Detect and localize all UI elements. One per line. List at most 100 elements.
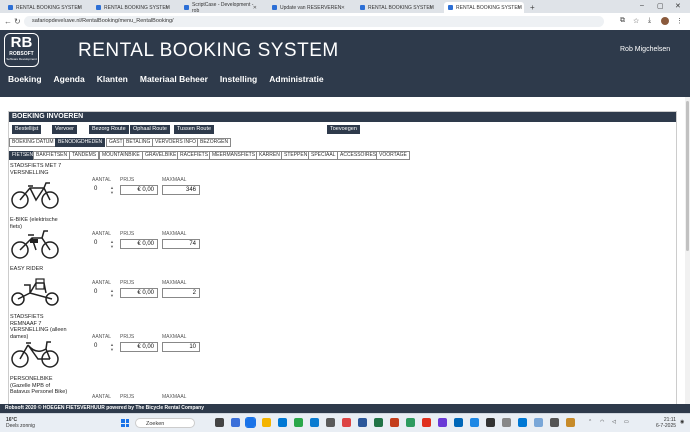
tab-speciaal[interactable]: SPECIAAL [308, 151, 339, 160]
quantity-stepper[interactable]: ▲ ▼ [108, 342, 116, 352]
menu-agenda[interactable]: Agenda [54, 74, 85, 84]
app-icon[interactable] [518, 418, 527, 427]
tab-betaling[interactable]: BETALING [123, 138, 154, 147]
downloads-icon[interactable]: ⤓ [648, 17, 651, 25]
app-icon[interactable] [342, 418, 351, 427]
refresh-icon[interactable]: ↻ [14, 17, 21, 26]
ophaal-route-button[interactable]: Ophaal Route [130, 125, 170, 134]
battery-icon[interactable]: ▭ [624, 419, 629, 425]
powerpoint-icon[interactable] [390, 418, 399, 427]
edge-icon[interactable] [310, 418, 319, 427]
tab-accessoires[interactable]: ACCESSOIRES [337, 151, 380, 160]
tab-karren[interactable]: KARREN [256, 151, 283, 160]
maxmaal-label: MAXMAAL [162, 231, 187, 237]
vervoer-button[interactable]: Vervoer [52, 125, 77, 134]
wifi-icon[interactable]: ◠ [600, 419, 604, 425]
page-scrollbar[interactable] [685, 97, 690, 404]
close-tab-icon[interactable]: ✕ [341, 5, 345, 11]
tab-meermansfiets[interactable]: MEERMANSFIETS [209, 151, 259, 160]
app-icon[interactable] [550, 418, 559, 427]
tab-bakfietsen[interactable]: BAKFIETSEN [33, 151, 71, 160]
app-icon[interactable] [566, 418, 575, 427]
menu-materiaal-beheer[interactable]: Materiaal Beheer [140, 74, 208, 84]
close-tab-icon[interactable]: ✕ [165, 5, 169, 11]
browser-tab[interactable]: RENTAL BOOKING SYSTEM ✕ [356, 2, 436, 13]
tab-bezorgen[interactable]: BEZORGEN [197, 138, 232, 147]
tab-vervoers-info[interactable]: VERVOERS INFO [152, 138, 200, 147]
close-tab-icon[interactable]: ✕ [517, 5, 521, 11]
menu-boeking[interactable]: Boeking [8, 74, 42, 84]
app-icon[interactable] [502, 418, 511, 427]
close-tab-icon[interactable]: ✕ [253, 5, 257, 11]
notification-icon[interactable]: ◉ [680, 419, 684, 425]
tab-voortage[interactable]: VOORTAGE [376, 151, 410, 160]
close-tab-icon[interactable]: ✕ [429, 5, 433, 11]
volume-icon[interactable]: ◁ [612, 419, 616, 425]
bookmark-icon[interactable]: ☆ [633, 17, 639, 25]
stepper-down-icon[interactable]: ▼ [108, 244, 116, 249]
stepper-down-icon[interactable]: ▼ [108, 293, 116, 298]
teams-icon[interactable] [231, 418, 240, 427]
maxmaal-label: MAXMAAL [162, 177, 187, 183]
browser-menu-icon[interactable]: ⋮ [676, 17, 683, 25]
quantity-stepper[interactable]: ▲ ▼ [108, 185, 116, 195]
word-icon[interactable] [358, 418, 367, 427]
minimize-icon[interactable]: – [640, 2, 644, 9]
browser-tab[interactable]: Update van RESERVEREN ✕ [268, 2, 348, 13]
filezilla-icon[interactable] [422, 418, 431, 427]
menu-administratie[interactable]: Administratie [269, 74, 323, 84]
browser-tab[interactable]: ScriptCase - Development - rob ✕ [180, 2, 260, 14]
stepper-down-icon[interactable]: ▼ [108, 347, 116, 352]
tussen-route-button[interactable]: Tussen Route [174, 125, 215, 134]
quantity-stepper[interactable]: ▲ ▼ [108, 288, 116, 298]
app-icon[interactable] [534, 418, 543, 427]
windows-taskbar: 16°C Deels zonnig Zoeken ⌃ ◠ ◁ ▭ 21:11 6… [0, 413, 690, 432]
app-icon[interactable] [294, 418, 303, 427]
bezorg-route-button[interactable]: Bezorg Route [89, 125, 129, 134]
new-tab-icon[interactable]: + [530, 3, 535, 12]
taskbar-search[interactable]: Zoeken [135, 418, 195, 428]
file-explorer-icon[interactable] [262, 418, 271, 427]
menu-klanten[interactable]: Klanten [97, 74, 128, 84]
tray-chevron-icon[interactable]: ⌃ [588, 419, 592, 425]
tab-boeking-datum[interactable]: BOEKING DATUM [9, 138, 57, 147]
profile-avatar[interactable] [661, 17, 669, 25]
maximize-icon[interactable]: ▢ [657, 2, 664, 10]
tab-mountainbike[interactable]: MOUNTAINBIKE [99, 151, 143, 160]
user-name[interactable]: Rob Migchelsen [620, 46, 670, 53]
stepper-down-icon[interactable]: ▼ [108, 190, 116, 195]
browser-tab[interactable]: RENTAL BOOKING SYSTEM ✕ [4, 2, 84, 13]
close-tab-icon[interactable]: ✕ [77, 5, 81, 11]
tab-steppen[interactable]: STEPPEN [281, 151, 311, 160]
app-icon[interactable] [406, 418, 415, 427]
app-icon[interactable] [454, 418, 463, 427]
task-view-icon[interactable] [215, 418, 224, 427]
weather-widget[interactable]: 16°C Deels zonnig [6, 417, 35, 429]
tab-racefiets[interactable]: RACEFIETS [177, 151, 212, 160]
app-icon[interactable] [438, 418, 447, 427]
excel-icon[interactable] [374, 418, 383, 427]
app-icon[interactable] [470, 418, 479, 427]
quantity-stepper[interactable]: ▲ ▼ [108, 239, 116, 249]
clock[interactable]: 21:11 6-7-2025 [640, 417, 676, 429]
bestellijst-button[interactable]: Bestellijst [12, 125, 42, 134]
app-icon[interactable] [326, 418, 335, 427]
tab-gravelbike[interactable]: GRAVELBIKE [142, 151, 180, 160]
toevoegen-button[interactable]: Toevoegen [327, 125, 360, 134]
outlook-icon[interactable] [278, 418, 287, 427]
close-window-icon[interactable]: ✕ [675, 2, 681, 10]
back-icon[interactable]: ← [4, 17, 12, 26]
browser-tab-active[interactable]: RENTAL BOOKING SYSTEM ✕ [444, 2, 524, 13]
browser-tab[interactable]: RENTAL BOOKING SYSTEM ✕ [92, 2, 172, 13]
easy-rider-image [11, 278, 59, 306]
menu-instelling[interactable]: Instelling [220, 74, 257, 84]
url-input[interactable]: safariopdeveluwe.nl/RentalBooking/menu_R… [24, 16, 604, 27]
chrome-icon[interactable] [245, 417, 256, 428]
tab-tandems[interactable]: TANDEMS [69, 151, 100, 160]
extension-icon[interactable]: ⧉ [620, 17, 625, 25]
tab-benodigdheden[interactable]: BENODIGDHEDEN [55, 138, 106, 147]
windows-start-icon[interactable] [121, 419, 129, 427]
maxmaal-label: MAXMAAL [162, 334, 187, 340]
scrollbar-thumb[interactable] [686, 101, 689, 251]
app-icon[interactable] [486, 418, 495, 427]
